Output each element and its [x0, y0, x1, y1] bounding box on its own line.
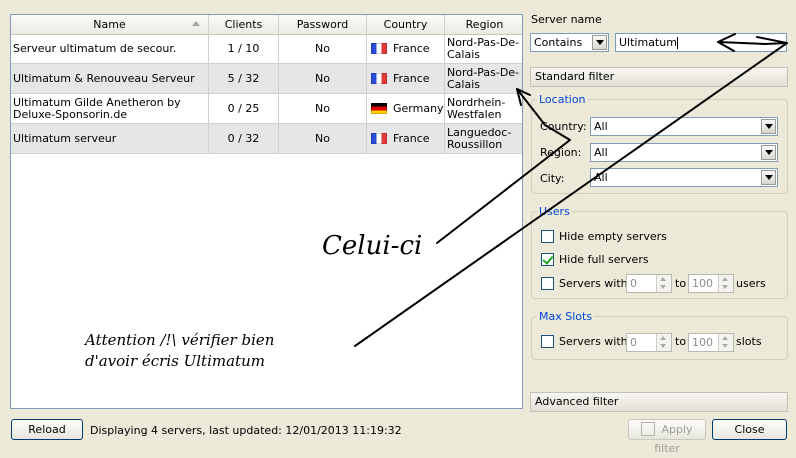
slots-unit-label: slots [736, 335, 762, 348]
column-header-region[interactable]: Region [445, 15, 522, 34]
close-button[interactable]: Close [712, 419, 787, 440]
hide-empty-servers-checkbox[interactable] [541, 230, 554, 243]
chevron-down-icon [761, 145, 776, 160]
germany-flag-icon [371, 103, 387, 114]
france-flag-icon [371, 133, 387, 144]
city-label: City: [540, 172, 565, 185]
column-header-country[interactable]: Country [367, 15, 445, 34]
location-group-title: Location [537, 93, 588, 106]
password-cell: No [279, 124, 367, 153]
chevron-down-icon [592, 35, 607, 50]
reload-button[interactable]: Reload [11, 419, 83, 440]
region-select[interactable]: All [590, 143, 778, 162]
region-cell: Nord-Pas-De-Calais [447, 35, 520, 61]
table-header: Name Clients Password Country Region [11, 15, 522, 35]
sort-ascending-icon [192, 21, 200, 26]
country-select[interactable]: All [590, 117, 778, 136]
region-cell: Nord-Pas-De-Calais [447, 65, 520, 91]
column-header-name[interactable]: Name [11, 15, 209, 34]
table-row[interactable]: Ultimatum Gilde Anetheron by Deluxe-Spon… [11, 94, 522, 124]
server-name-cell: Serveur ultimatum de secour. [11, 34, 209, 63]
users-to-label: to [675, 277, 687, 290]
password-cell: No [279, 34, 367, 63]
server-list-table: Name Clients Password Country Region Ser… [10, 14, 523, 409]
annotation-attention-line2: d'avoir écris Ultimatum [85, 352, 265, 370]
slots-min-stepper[interactable]: 0 [626, 333, 672, 352]
users-range-label: Servers with [559, 277, 628, 290]
stepper-arrows-icon[interactable] [718, 275, 733, 292]
table-row[interactable]: Ultimatum serveur 0 / 32 No France Languedoc… [11, 124, 522, 154]
table-row[interactable]: Serveur ultimatum de secour. 1 / 10 No Fran… [11, 34, 522, 64]
max-slots-group-title: Max Slots [537, 310, 595, 323]
chevron-down-icon [761, 170, 776, 185]
hide-empty-servers-label: Hide empty servers [559, 230, 667, 243]
users-range-checkbox[interactable] [541, 277, 554, 290]
country-cell: France [367, 124, 445, 153]
column-header-clients[interactable]: Clients [209, 15, 279, 34]
server-name-input[interactable]: Ultimatum [615, 33, 787, 52]
users-max-stepper[interactable]: 100 [688, 274, 734, 293]
slots-to-label: to [675, 335, 687, 348]
server-name-cell: Ultimatum & Renouveau Serveur [11, 64, 209, 93]
apply-filter-icon [641, 422, 656, 436]
stepper-arrows-icon[interactable] [656, 334, 671, 351]
clients-cell: 0 / 32 [209, 124, 279, 153]
apply-filter-button[interactable]: Apply filter [628, 419, 706, 455]
server-name-label: Server name [531, 13, 602, 26]
annotation-celui-ci: Celui-ci [322, 231, 423, 261]
country-cell: Germany [367, 94, 445, 123]
users-unit-label: users [736, 277, 766, 290]
slots-range-label: Servers with [559, 335, 628, 348]
server-name-cell: Ultimatum serveur [11, 124, 209, 153]
france-flag-icon [371, 43, 387, 54]
users-group-title: Users [537, 205, 572, 218]
slots-max-stepper[interactable]: 100 [688, 333, 734, 352]
country-label: Country: [540, 120, 587, 133]
region-cell: Nordrhein-Westfalen [447, 95, 506, 121]
hide-full-servers-label: Hide full servers [559, 253, 649, 266]
france-flag-icon [371, 73, 387, 84]
hide-full-servers-checkbox[interactable] [541, 253, 554, 266]
country-cell: France [367, 34, 445, 63]
city-select[interactable]: All [590, 168, 778, 187]
slots-range-checkbox[interactable] [541, 335, 554, 348]
column-header-password[interactable]: Password [279, 15, 367, 34]
password-cell: No [279, 94, 367, 123]
users-min-stepper[interactable]: 0 [626, 274, 672, 293]
match-mode-select[interactable]: Contains [530, 33, 609, 52]
region-cell: Languedoc-Roussillon [447, 125, 512, 151]
annotation-attention-line1: Attention /!\ vérifier bien [85, 331, 275, 349]
region-label: Region: [540, 146, 582, 159]
clients-cell: 5 / 32 [209, 64, 279, 93]
table-row[interactable]: Ultimatum & Renouveau Serveur 5 / 32 No Fra… [11, 64, 522, 94]
standard-filter-bar[interactable]: Standard filter [530, 67, 788, 87]
chevron-down-icon [761, 119, 776, 134]
clients-cell: 0 / 25 [209, 94, 279, 123]
stepper-arrows-icon[interactable] [718, 334, 733, 351]
status-text: Displaying 4 servers, last updated: 12/0… [90, 424, 402, 437]
password-cell: No [279, 64, 367, 93]
server-name-cell: Ultimatum Gilde Anetheron by Deluxe-Spon… [11, 94, 209, 123]
stepper-arrows-icon[interactable] [656, 275, 671, 292]
country-cell: France [367, 64, 445, 93]
advanced-filter-bar[interactable]: Advanced filter [530, 392, 788, 412]
clients-cell: 1 / 10 [209, 34, 279, 63]
